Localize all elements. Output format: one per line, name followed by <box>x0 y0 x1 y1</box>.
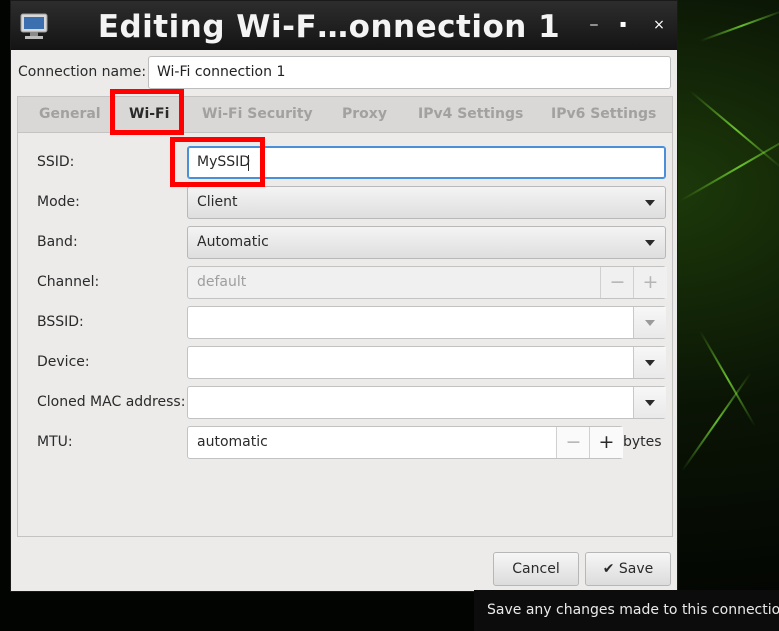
mode-value: Client <box>197 194 238 210</box>
chevron-down-icon <box>645 400 655 406</box>
band-label: Band: <box>37 234 78 250</box>
cloned-mac-dropdown-button[interactable] <box>633 387 666 418</box>
mode-label: Mode: <box>37 194 80 210</box>
device-dropdown-button[interactable] <box>633 347 666 378</box>
mode-dropdown[interactable]: Client <box>187 186 666 219</box>
check-icon: ✔ <box>602 561 615 577</box>
background-streak <box>681 372 752 472</box>
channel-spinner: default − + <box>187 266 667 299</box>
channel-decrement-button: − <box>600 267 634 298</box>
connection-name-input[interactable]: Wi-Fi connection 1 <box>148 56 671 89</box>
window-title: Editing Wi-F…onnection 1 <box>97 9 561 45</box>
device-combo-input[interactable] <box>187 346 666 379</box>
tab-ipv6-settings[interactable]: IPv6 Settings <box>551 106 656 122</box>
bssid-dropdown-button[interactable] <box>633 307 666 338</box>
mtu-value: automatic <box>197 434 268 450</box>
tab-wifi-security[interactable]: Wi-Fi Security <box>202 106 313 122</box>
mtu-label: MTU: <box>37 434 73 450</box>
connection-name-label: Connection name: <box>18 64 147 80</box>
ssid-field-highlight <box>170 137 265 187</box>
ssid-label: SSID: <box>37 154 75 170</box>
wifi-tab-highlight <box>110 89 184 135</box>
cloned-mac-combo-input[interactable] <box>187 386 666 419</box>
tab-proxy[interactable]: Proxy <box>342 106 387 122</box>
background-streak <box>689 90 779 169</box>
minimize-button[interactable]: ‒ <box>586 17 602 33</box>
close-button[interactable]: × <box>651 17 667 33</box>
band-dropdown[interactable]: Automatic <box>187 226 666 259</box>
network-app-icon <box>17 11 51 41</box>
tab-general[interactable]: General <box>39 106 101 122</box>
channel-label: Channel: <box>37 274 100 290</box>
chevron-down-icon <box>645 240 655 246</box>
wifi-settings-panel: SSID: MySSID Mode: Client Band: Automati… <box>17 132 673 537</box>
save-tooltip: Save any changes made to this connection… <box>474 590 779 631</box>
band-value: Automatic <box>197 234 269 250</box>
device-label: Device: <box>37 354 90 370</box>
chevron-down-icon <box>645 320 655 326</box>
background-streak <box>679 130 779 202</box>
maximize-button[interactable]: ▪ <box>615 17 631 33</box>
bssid-label: BSSID: <box>37 314 84 330</box>
titlebar[interactable]: Editing Wi-F…onnection 1 ‒ ▪ × <box>11 1 677 50</box>
channel-increment-button: + <box>633 267 667 298</box>
background-streak <box>699 9 779 42</box>
mtu-unit-label: bytes <box>623 434 662 450</box>
mtu-decrement-button[interactable]: − <box>556 427 590 458</box>
tab-ipv4-settings[interactable]: IPv4 Settings <box>418 106 523 122</box>
cancel-button[interactable]: Cancel <box>493 552 579 586</box>
save-button[interactable]: ✔ Save <box>585 552 671 586</box>
bssid-combo-input[interactable] <box>187 306 666 339</box>
mtu-increment-button[interactable]: + <box>589 427 623 458</box>
channel-value: default <box>197 274 247 290</box>
chevron-down-icon <box>645 360 655 366</box>
chevron-down-icon <box>645 200 655 206</box>
mtu-spinner[interactable]: automatic − + <box>187 426 623 459</box>
save-button-label: Save <box>618 561 654 577</box>
cloned-mac-label: Cloned MAC address: <box>37 394 186 410</box>
